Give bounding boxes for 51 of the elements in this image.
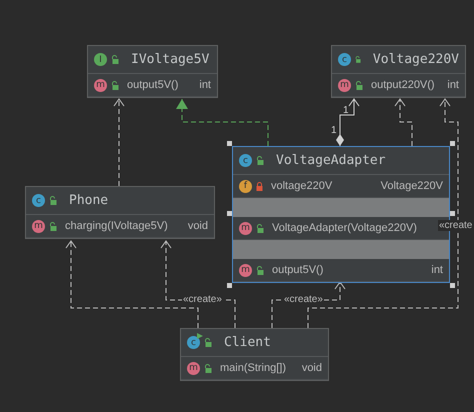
class-badge: c xyxy=(239,154,252,167)
class-name: VoltageAdapter xyxy=(276,153,386,168)
member-badge: f xyxy=(239,180,252,192)
resize-handle[interactable] xyxy=(227,141,232,146)
member-type: int xyxy=(446,79,459,91)
multiplicity-label: 1 xyxy=(343,105,349,116)
unlocked-icon xyxy=(204,338,212,347)
class-node[interactable]: I IVoltage5V m output5V() int xyxy=(87,45,218,98)
member-badge: m xyxy=(239,222,252,234)
resize-handle[interactable] xyxy=(450,283,455,288)
resize-handle[interactable] xyxy=(450,141,455,146)
member-badge: m xyxy=(32,220,45,232)
unlocked-icon xyxy=(355,55,361,64)
member-type: Voltage220V xyxy=(380,180,443,192)
member-type: void xyxy=(186,220,208,232)
member-badge: m xyxy=(94,78,107,92)
class-node[interactable]: c Voltage220V m output220V() int xyxy=(331,45,466,98)
member-name: main(String[]) xyxy=(220,362,286,374)
class-node[interactable]: c Client m main(String[]) void xyxy=(180,328,329,381)
unlocked-icon xyxy=(111,55,119,64)
resize-handle[interactable] xyxy=(227,211,232,216)
class-badge: c xyxy=(32,194,45,207)
member-badge: m xyxy=(239,264,252,276)
aggregation-connector xyxy=(336,98,360,146)
unlocked-icon xyxy=(256,156,264,165)
member-type: int xyxy=(430,264,443,276)
class-badge: c xyxy=(187,336,200,349)
member-name: output220V() xyxy=(371,79,435,91)
class-badge: c xyxy=(338,53,351,66)
class-name: Voltage220V xyxy=(372,52,459,67)
edge-label: «create» xyxy=(283,294,324,305)
resize-handle[interactable] xyxy=(450,211,455,216)
class-name: Client xyxy=(224,335,271,350)
unlocked-icon xyxy=(49,196,57,205)
edge-label: «create» xyxy=(182,294,223,305)
class-name: Phone xyxy=(69,193,108,208)
member-name: output5V() xyxy=(127,79,178,91)
multiplicity-label: 1 xyxy=(331,125,337,136)
resize-handle[interactable] xyxy=(227,283,232,288)
class-badge: I xyxy=(94,53,107,66)
member-name: voltage220V xyxy=(271,180,332,192)
class-node[interactable]: c Phone m charging(IVoltage5V) void xyxy=(25,186,215,239)
member-type: int xyxy=(198,79,211,91)
member-name: VoltageAdapter(Voltage220V) xyxy=(272,222,417,234)
member-name: charging(IVoltage5V) xyxy=(65,220,168,232)
member-type: void xyxy=(300,362,322,374)
edge-label: «create xyxy=(438,220,474,231)
member-name: output5V() xyxy=(272,264,324,276)
class-name: IVoltage5V xyxy=(131,52,210,67)
member-badge: m xyxy=(338,78,351,92)
member-badge: m xyxy=(187,362,200,374)
